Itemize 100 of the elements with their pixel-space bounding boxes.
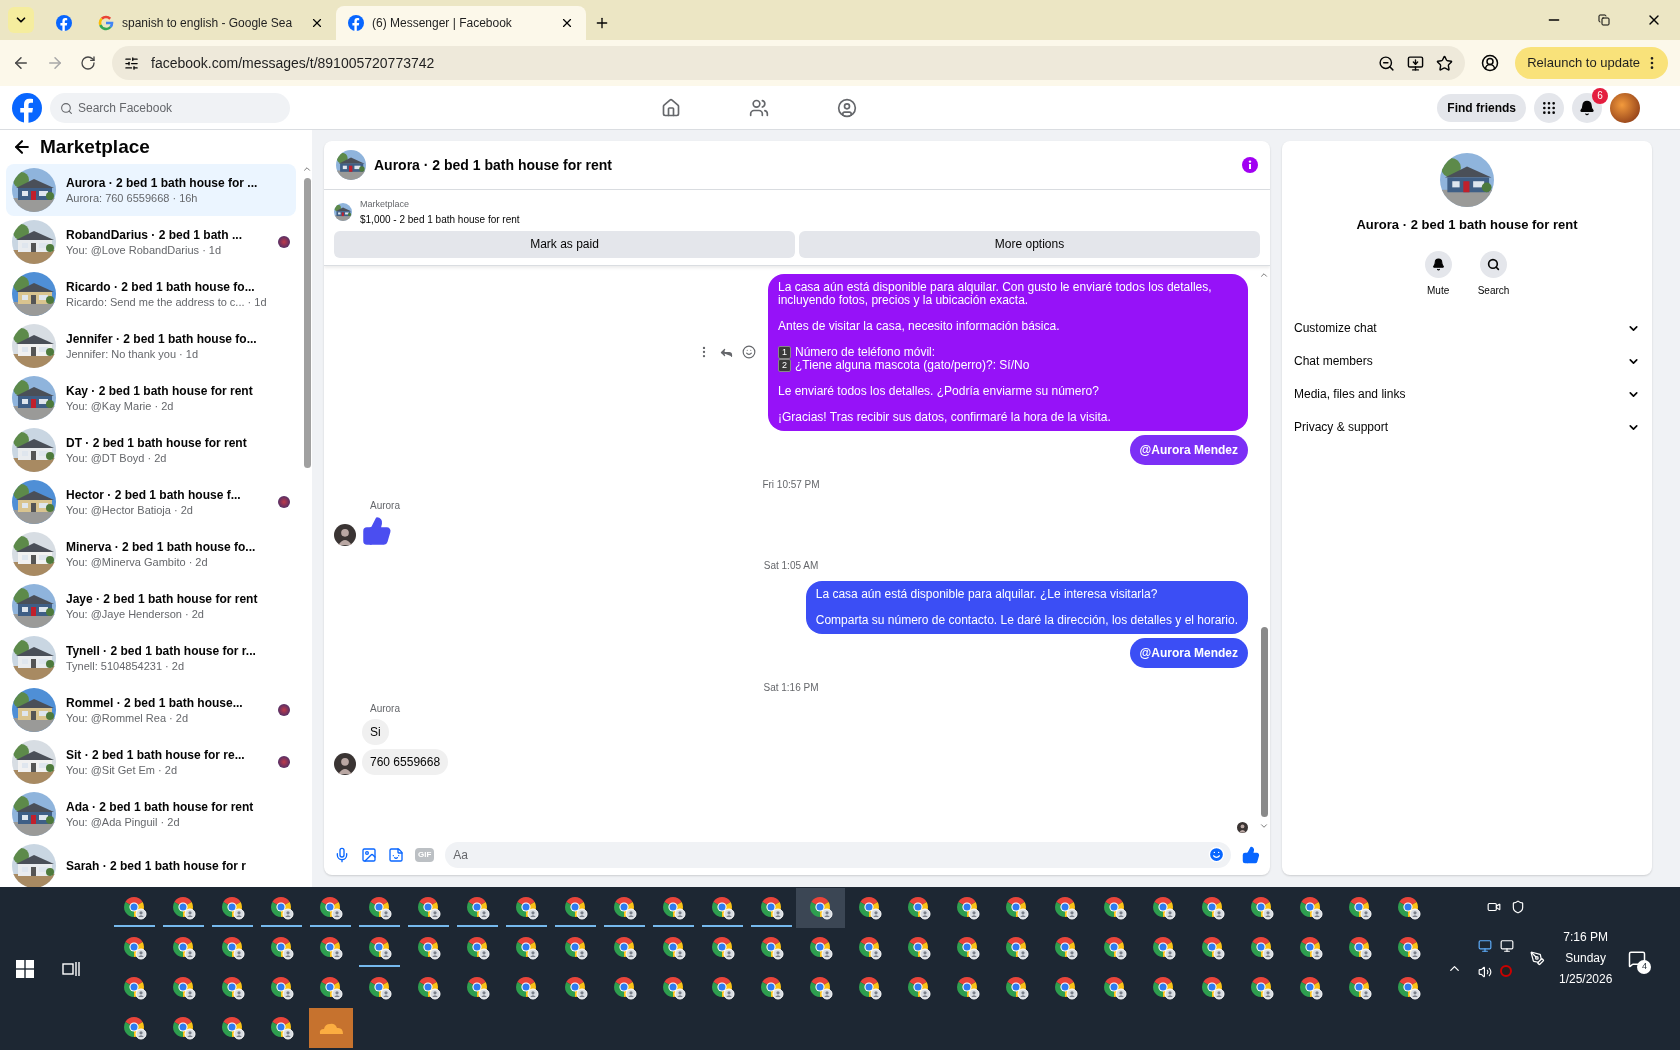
section-label: Media, files and links xyxy=(1294,386,1407,403)
record-icon[interactable] xyxy=(1500,964,1512,977)
friends-icon[interactable] xyxy=(748,97,769,118)
message-text: ¡Gracias! Tras recibir sus datos, confirmaré la hora de la visita. xyxy=(778,410,1112,424)
browser-icon xyxy=(1151,936,1176,960)
chat-title: Sit · 2 bed 1 bath house for re... xyxy=(66,746,246,763)
search-field[interactable]: Search Facebook xyxy=(50,92,290,123)
chat-list-item[interactable]: Tynell · 2 bed 1 bath house for r... Tynell: 5104854231 · 2d xyxy=(6,632,296,684)
timestamp: Sat 1:05 AM xyxy=(763,558,819,573)
address-bar[interactable]: facebook.com/messages/t/891005720773742 xyxy=(112,46,1466,80)
mention-tag[interactable]: @Aurora Mendez xyxy=(1129,637,1248,668)
bookmark-icon[interactable] xyxy=(1436,54,1454,72)
react-icon[interactable] xyxy=(742,345,756,359)
mute-button[interactable] xyxy=(1424,250,1452,278)
chat-list-item[interactable]: RobandDarius · 2 bed 1 bath ... You: @Love RobandDarius · 1d xyxy=(6,216,296,268)
shield-icon[interactable] xyxy=(1511,900,1525,914)
volume-icon[interactable] xyxy=(1478,964,1492,979)
search-button[interactable] xyxy=(1480,250,1507,278)
clock-day[interactable]: Sunday xyxy=(1565,948,1607,969)
site-info-icon[interactable] xyxy=(124,55,139,71)
mention-tag[interactable]: @Aurora Mendez xyxy=(1129,434,1248,465)
home-icon[interactable] xyxy=(660,97,681,118)
chat-list-item[interactable]: Hector · 2 bed 1 bath house f... You: @Hector Batioja · 2d xyxy=(6,476,296,528)
chat-list-item[interactable]: Rommel · 2 bed 1 bath house... You: @Rommel Rea · 2d xyxy=(6,684,296,736)
find-friends-button[interactable]: Find friends xyxy=(1437,93,1526,122)
back-icon[interactable] xyxy=(12,137,32,157)
close-icon[interactable] xyxy=(310,16,324,30)
listing-action-button[interactable]: Mark as paid xyxy=(334,230,795,258)
zoom-out-icon[interactable] xyxy=(1378,54,1396,72)
details-section[interactable]: Media, files and links xyxy=(1292,377,1642,411)
browser-tab[interactable]: spanish to english - Google Sea xyxy=(86,6,336,40)
windows-icon[interactable] xyxy=(16,959,34,978)
browser-icon xyxy=(1151,896,1176,920)
relaunch-button[interactable]: Relaunch to update xyxy=(1515,47,1668,79)
search-icon xyxy=(60,101,73,115)
message-preview: You: @Jaye Henderson · 2d xyxy=(66,606,205,622)
install-icon[interactable] xyxy=(1407,54,1425,72)
grid-icon xyxy=(1541,99,1557,116)
timestamp: Fri 10:57 PM xyxy=(762,477,820,492)
message-text: Antes de visitar la casa, necesito información básica. xyxy=(778,319,1061,333)
browser-icon xyxy=(1004,896,1029,920)
scroll-down-icon[interactable] xyxy=(1259,821,1269,831)
notifications-button[interactable] xyxy=(1572,92,1602,123)
chat-list-item[interactable]: Aurora · 2 bed 1 bath house for ... Aurora: 760 6559668 · 16h xyxy=(6,164,296,216)
network-icon[interactable] xyxy=(1478,938,1492,953)
chat-list-item[interactable]: Minerva · 2 bed 1 bath house fo... You: @Minerva Gambito · 2d xyxy=(6,528,296,580)
chat-list-item[interactable]: Sit · 2 bed 1 bath house for re... You: @Sit Get Em · 2d xyxy=(6,736,296,788)
scroll-up-icon[interactable] xyxy=(302,164,312,174)
chat-title: Kay · 2 bed 1 bath house for rent xyxy=(66,382,254,399)
like-icon[interactable] xyxy=(1242,846,1260,864)
chat-list-item[interactable]: Jennifer · 2 bed 1 bath house fo... Jennifer: No thank you · 1d xyxy=(6,320,296,372)
chat-list-item[interactable]: Jaye · 2 bed 1 bath house for rent You: @Jaye Henderson · 2d xyxy=(6,580,296,632)
browser-icon xyxy=(661,936,686,960)
message-bubble: 760 6559668 xyxy=(362,748,449,775)
task-view-icon[interactable] xyxy=(62,960,80,977)
chat-title: RobandDarius · 2 bed 1 bath ... xyxy=(66,226,244,243)
display-icon[interactable] xyxy=(1500,938,1514,953)
facebook-logo[interactable] xyxy=(12,92,42,123)
chat-list-item[interactable]: Ricardo · 2 bed 1 bath house fo... Ricardo: Send me the address to c... · 1d xyxy=(6,268,296,320)
listing-action-button[interactable]: More options xyxy=(799,230,1260,258)
info-icon[interactable] xyxy=(1242,157,1258,173)
notification-center-icon[interactable] xyxy=(1628,949,1647,968)
chat-list-item[interactable]: Ada · 2 bed 1 bath house for rent You: @Ada Pinguil · 2d xyxy=(6,788,296,840)
clock-time[interactable]: 7:16 PM xyxy=(1563,927,1609,948)
facebook-icon xyxy=(56,15,72,31)
details-section[interactable]: Privacy & support xyxy=(1292,410,1642,444)
thumbs-up-icon xyxy=(362,515,392,546)
pen-icon[interactable] xyxy=(1530,951,1545,966)
close-icon[interactable] xyxy=(560,16,574,30)
browser-icon xyxy=(1396,936,1421,960)
chat-list-item[interactable]: DT · 2 bed 1 bath house for rent You: @DT Boyd · 2d xyxy=(6,424,296,476)
details-section[interactable]: Customize chat xyxy=(1292,311,1642,345)
new-tab-icon[interactable] xyxy=(594,15,610,31)
browser-icon xyxy=(171,976,196,1000)
chat-title: Minerva · 2 bed 1 bath house fo... xyxy=(66,538,257,555)
back-icon[interactable] xyxy=(12,54,30,72)
google-icon xyxy=(98,15,114,31)
browser-icon xyxy=(122,1016,147,1040)
sticker-icon[interactable] xyxy=(388,847,404,863)
restore-icon[interactable] xyxy=(1598,14,1610,26)
browser-icon xyxy=(269,976,294,1000)
camera-icon[interactable] xyxy=(1487,900,1501,914)
details-section[interactable]: Chat members xyxy=(1292,344,1642,378)
browser-tab[interactable]: (6) Messenger | Facebook xyxy=(336,6,586,40)
menu-button[interactable] xyxy=(1534,92,1564,123)
tab-list-button[interactable] xyxy=(8,7,34,33)
scroll-thumb[interactable] xyxy=(303,178,311,468)
clock-date[interactable]: 1/25/2026 xyxy=(1559,969,1613,990)
scroll-thumb[interactable] xyxy=(1260,627,1268,817)
account-avatar[interactable] xyxy=(1610,92,1640,123)
taskbar-app[interactable] xyxy=(796,888,845,928)
chat-list-item[interactable]: Sarah · 2 bed 1 bath house for r xyxy=(6,840,296,887)
sender-name: Aurora xyxy=(369,701,401,716)
profile-icon[interactable] xyxy=(1481,54,1500,72)
message-input[interactable]: Aa xyxy=(445,842,1231,868)
taskbar-app[interactable] xyxy=(306,1008,355,1048)
reload-icon[interactable] xyxy=(80,55,96,71)
microphone-icon[interactable] xyxy=(334,847,350,863)
image-icon[interactable] xyxy=(361,847,377,863)
chat-list-item[interactable]: Kay · 2 bed 1 bath house for rent You: @Kay Marie · 2d xyxy=(6,372,296,424)
